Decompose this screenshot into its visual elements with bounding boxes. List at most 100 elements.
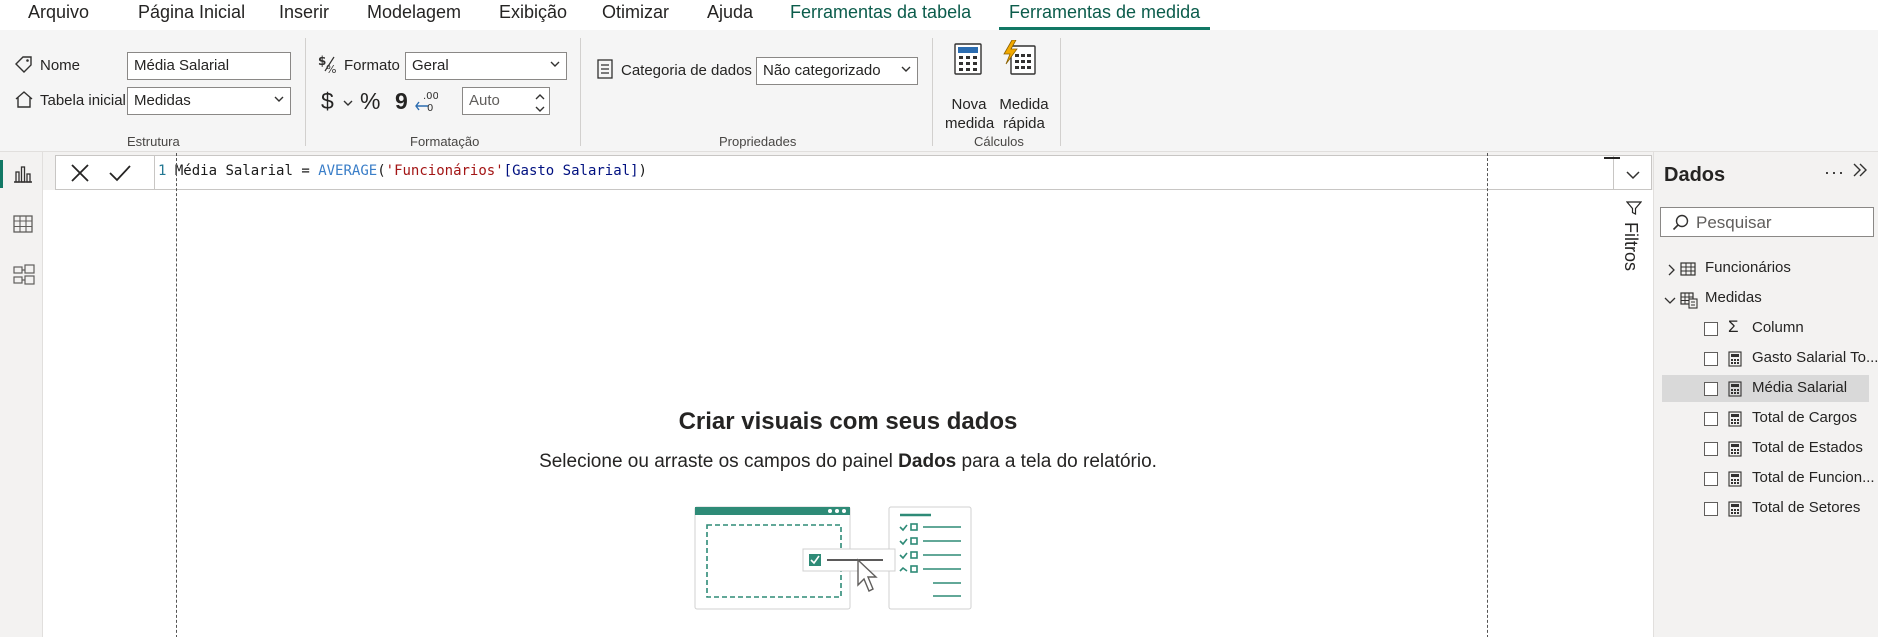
table-icon [13,214,33,237]
tree-measure-total-de-funcionarios[interactable]: Total de Funcion... [1662,465,1875,492]
commit-formula-button[interactable] [108,163,132,186]
new-measure-label-1: Nova [951,96,987,113]
menu-modelagem[interactable]: Modelagem [367,2,461,23]
spin-down-icon[interactable] [535,101,545,114]
group-title-estrutura: Estrutura [127,134,180,149]
format-value: Geral [412,57,449,74]
field-checkbox[interactable] [1704,352,1718,366]
tree-table-funcionarios[interactable]: Funcionários [1662,255,1869,282]
empty-state-title: Criar visuais com seus dados [678,408,1018,435]
tree-measure-total-de-setores[interactable]: Total de Setores [1662,495,1869,522]
calculator-icon [1728,411,1742,431]
data-search-input[interactable]: Pesquisar [1660,207,1874,237]
calculator-icon [1728,351,1742,371]
menu-exibicao[interactable]: Exibição [499,2,567,23]
empty-state-sub-after: para a tela do relatório. [956,451,1157,472]
menu-otimizar[interactable]: Otimizar [602,2,669,23]
format-label: Formato [344,57,400,74]
group-separator [305,38,306,146]
group-separator [580,38,581,146]
decimal-decrease-icon[interactable]: .00 0 [414,90,439,115]
home-icon [14,90,34,111]
data-pane-title: Dados [1664,164,1726,186]
report-canvas[interactable]: Criar visuais com seus dados Selecione o… [43,153,1653,637]
new-measure-label-2: medida [945,115,995,132]
tree-table-label: Funcionários [1705,259,1791,276]
field-label: Total de Estados [1752,439,1863,456]
model-icon [13,264,35,289]
measure-table-icon [1680,291,1698,313]
tag-icon [14,55,34,76]
quick-measure-button[interactable]: Medida rápida [996,38,1052,132]
menu-pagina-inicial[interactable]: Página Inicial [138,2,245,23]
svg-text:%: % [326,63,336,75]
format-icon: $% [318,53,342,78]
field-checkbox[interactable] [1704,442,1718,456]
chevron-down-icon [901,64,911,77]
field-checkbox[interactable] [1704,502,1718,516]
format-select[interactable]: Geral [405,52,567,80]
search-icon [1672,214,1690,235]
table-view-button[interactable] [0,202,43,246]
field-checkbox[interactable] [1704,472,1718,486]
comma-button[interactable]: 9 [395,88,408,115]
menu-inserir[interactable]: Inserir [279,2,329,23]
tree-measure-total-de-estados[interactable]: Total de Estados [1662,435,1869,462]
filters-label[interactable]: Filtros [1620,222,1641,271]
field-checkbox[interactable] [1704,322,1718,336]
data-search-placeholder: Pesquisar [1696,213,1772,232]
empty-state-sub-bold: Dados [898,451,957,472]
table-icon [1680,261,1696,281]
field-checkbox[interactable] [1704,412,1718,426]
group-title-propriedades: Propriedades [719,134,797,149]
home-table-select[interactable]: Medidas [127,87,291,115]
chevron-down-icon [1626,167,1640,183]
quick-measure-label-1: Medida [999,96,1049,113]
measure-name-input[interactable]: Média Salarial [127,52,291,80]
filter-icon[interactable] [1625,200,1643,219]
tab-ferramentas-da-tabela[interactable]: Ferramentas da tabela [780,0,982,30]
field-label: Total de Cargos [1752,409,1858,426]
report-view-button[interactable] [0,152,43,196]
group-title-formatacao: Formatação [410,134,480,149]
formula-scroll-mark [1604,157,1620,159]
home-table-value: Medidas [134,92,191,109]
more-options-button[interactable]: ··· [1824,162,1845,183]
decimal-places-input[interactable]: Auto [462,87,550,115]
view-switcher [0,152,43,637]
percent-button[interactable]: % [360,88,380,115]
new-measure-button[interactable]: Nova medida [945,38,995,132]
decimal-places-value: Auto [469,92,500,109]
expand-formula-button[interactable] [1613,156,1651,189]
calculator-icon [1728,501,1742,521]
calculator-icon [1728,471,1742,491]
collapse-pane-icon[interactable] [1851,162,1869,183]
data-category-select[interactable]: Não categorizado [756,57,918,85]
tab-ferramentas-de-medida[interactable]: Ferramentas de medida [999,0,1211,30]
data-category-value: Não categorizado [763,62,881,79]
menu-bar: Arquivo Página Inicial Inserir Modelagem… [0,0,1878,30]
currency-button[interactable]: $ [321,88,334,115]
calculator-icon [1728,441,1742,461]
chevron-down-icon[interactable] [343,95,353,111]
chevron-down-icon [274,94,284,107]
menu-ajuda[interactable]: Ajuda [707,2,753,23]
field-label: Média Salarial [1752,379,1848,396]
tree-table-medidas[interactable]: Medidas [1662,285,1869,312]
tree-measure-gasto-salarial-total[interactable]: Gasto Salarial To... [1662,345,1878,372]
quick-measure-icon [1002,39,1038,79]
chevron-right-icon[interactable] [1666,263,1676,280]
svg-text:0: 0 [427,103,433,112]
group-title-calculos: Cálculos [974,134,1024,149]
data-pane: Dados ··· Pesquisar Funcionários Medidas… [1653,152,1878,637]
model-view-button[interactable] [0,252,43,296]
chevron-down-icon[interactable] [1664,293,1676,310]
tree-measure-total-de-cargos[interactable]: Total de Cargos [1662,405,1869,432]
tree-measure-column[interactable]: Σ Column [1662,315,1869,342]
sigma-icon: Σ [1728,317,1739,336]
field-label: Total de Funcion... [1752,469,1875,486]
menu-arquivo[interactable]: Arquivo [28,2,89,23]
cancel-formula-button[interactable] [70,163,90,186]
field-checkbox[interactable] [1704,382,1718,396]
tree-measure-media-salarial[interactable]: Média Salarial [1662,375,1869,402]
